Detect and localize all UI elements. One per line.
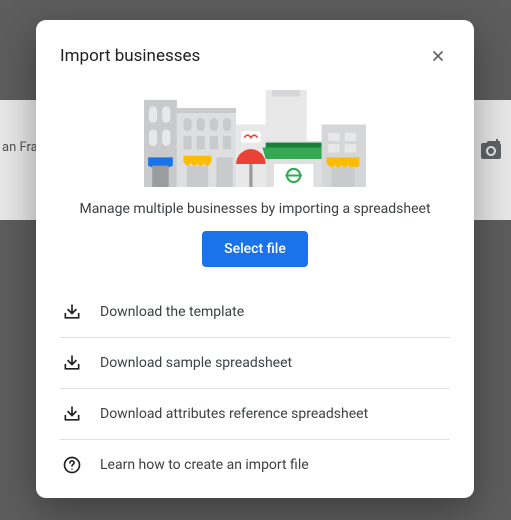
- download-icon: [62, 353, 82, 373]
- download-attributes-link[interactable]: Download attributes reference spreadshee…: [60, 389, 450, 440]
- dialog-subtitle: Manage multiple businesses by importing …: [60, 201, 450, 217]
- background-text-fragment: an Fra: [0, 140, 38, 155]
- link-label: Download attributes reference spreadshee…: [100, 406, 368, 422]
- select-file-button[interactable]: Select file: [202, 231, 308, 267]
- download-icon: [62, 404, 82, 424]
- import-businesses-dialog: Import businesses: [36, 20, 474, 498]
- download-template-link[interactable]: Download the template: [60, 287, 450, 338]
- dialog-header: Import businesses: [60, 44, 450, 68]
- download-icon: [62, 302, 82, 322]
- close-button[interactable]: [426, 44, 450, 68]
- learn-how-link[interactable]: Learn how to create an import file: [60, 440, 450, 490]
- download-links-list: Download the template Download sample sp…: [60, 287, 450, 490]
- link-label: Download sample spreadsheet: [100, 355, 292, 371]
- dialog-title: Import businesses: [60, 46, 200, 66]
- camera-add-icon: [479, 138, 503, 162]
- close-icon: [429, 47, 447, 65]
- storefront-illustration: [120, 90, 390, 187]
- download-sample-link[interactable]: Download sample spreadsheet: [60, 338, 450, 389]
- link-label: Learn how to create an import file: [100, 457, 309, 473]
- link-label: Download the template: [100, 304, 244, 320]
- help-icon: [62, 455, 82, 475]
